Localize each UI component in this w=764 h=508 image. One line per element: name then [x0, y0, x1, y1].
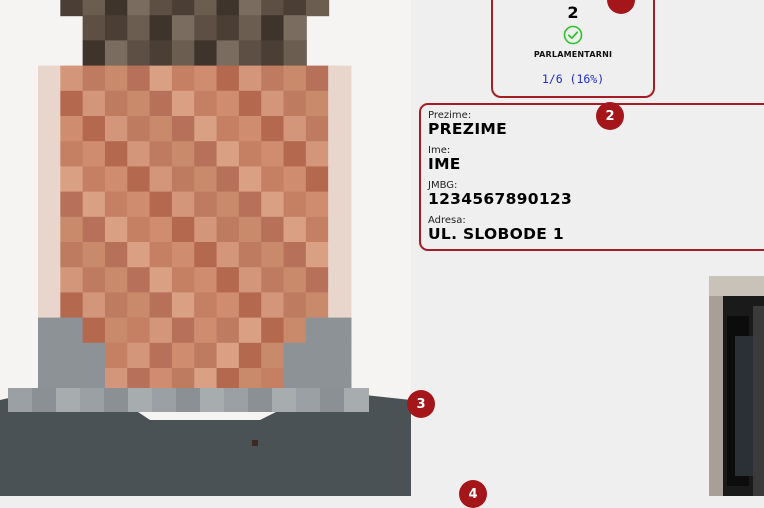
surname-value: PREZIME — [428, 120, 508, 138]
pixelated-face-image — [0, 0, 411, 496]
voter-photo — [0, 0, 411, 496]
election-type-label: PARLAMENTARNI — [533, 50, 613, 59]
check-circle-icon — [563, 25, 583, 45]
address-value: UL. SLOBODE 1 — [428, 225, 564, 243]
badge-3: 3 — [407, 390, 435, 418]
jmbg-value: 1234567890123 — [428, 190, 573, 208]
camera-feed — [709, 276, 764, 496]
camera-feed-image — [709, 276, 764, 496]
badge-2: 2 — [596, 102, 624, 130]
badge-4: 4 — [459, 480, 487, 508]
progress-ratio: 1/6 (16%) — [541, 72, 605, 86]
id-card-panel: Prezime: PREZIME Ime: IME JMBG: 12345678… — [419, 103, 764, 251]
name-value: IME — [428, 155, 461, 173]
ballot-counter-card: 2 PARLAMENTARNI 1/6 (16%) — [491, 0, 655, 98]
